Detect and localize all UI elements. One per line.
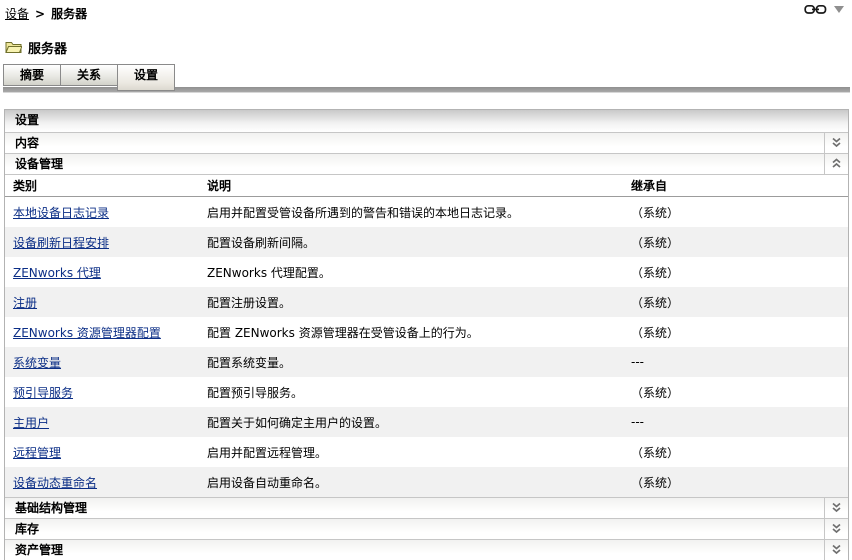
expand-double-chevron-down-icon[interactable] bbox=[824, 540, 848, 560]
column-header-description: 说明 bbox=[207, 179, 232, 193]
table-row: 预引导服务 配置预引导服务。 （系统） bbox=[5, 377, 848, 407]
section-device-management: 设备管理 bbox=[5, 153, 848, 174]
breadcrumb-separator: > bbox=[35, 7, 46, 21]
category-link[interactable]: 设备动态重命名 bbox=[13, 476, 97, 490]
tab-relationships[interactable]: 关系 bbox=[60, 64, 118, 86]
tab-bar: 摘要 关系 设置 bbox=[0, 64, 852, 91]
section-content: 内容 bbox=[5, 132, 848, 153]
row-inherited: （系统） bbox=[631, 235, 680, 250]
category-link[interactable]: 系统变量 bbox=[13, 356, 61, 370]
row-description: 启用并配置远程管理。 bbox=[207, 445, 328, 460]
section-infrastructure-management: 基础结构管理 bbox=[5, 497, 848, 518]
section-inventory-label: 库存 bbox=[15, 522, 40, 536]
expand-double-chevron-down-icon[interactable] bbox=[824, 133, 848, 153]
section-inventory: 库存 bbox=[5, 518, 848, 539]
category-link[interactable]: 远程管理 bbox=[13, 446, 61, 460]
row-description: 配置关于如何确定主用户的设置。 bbox=[207, 415, 388, 430]
row-inherited: （系统） bbox=[631, 385, 680, 400]
dropdown-arrow-icon[interactable] bbox=[834, 6, 844, 13]
row-description: 配置设备刷新间隔。 bbox=[207, 235, 316, 250]
section-asset-label: 资产管理 bbox=[15, 543, 64, 557]
breadcrumb-current: 服务器 bbox=[51, 7, 88, 21]
category-link[interactable]: 主用户 bbox=[13, 416, 49, 430]
table-row: 主用户 配置关于如何确定主用户的设置。 --- bbox=[5, 407, 848, 437]
chain-link-icon[interactable] bbox=[804, 4, 827, 15]
table-header: 类别 说明 继承自 bbox=[5, 174, 848, 197]
table-row: 系统变量 配置系统变量。 --- bbox=[5, 347, 848, 377]
table-row: ZENworks 代理 ZENworks 代理配置。 （系统） bbox=[5, 257, 848, 287]
panel-title: 设置 bbox=[5, 110, 848, 132]
section-asset-management: 资产管理 bbox=[5, 539, 848, 560]
table-row: 本地设备日志记录 启用并配置受管设备所遇到的警告和错误的本地日志记录。 （系统） bbox=[5, 197, 848, 227]
row-description: 配置系统变量。 bbox=[207, 355, 292, 370]
category-link[interactable]: ZENworks 资源管理器配置 bbox=[13, 326, 161, 340]
category-link[interactable]: ZENworks 代理 bbox=[13, 266, 101, 280]
settings-panel: 设置 内容 设备管理 类别 说明 继承自 本地设备日志记录 启用并配置受管设备所… bbox=[4, 109, 849, 560]
table-row: ZENworks 资源管理器配置 配置 ZENworks 资源管理器在受管设备上… bbox=[5, 317, 848, 347]
row-description: 配置 ZENworks 资源管理器在受管设备上的行为。 bbox=[207, 325, 479, 340]
row-description: 启用设备自动重命名。 bbox=[207, 475, 328, 490]
table-row: 设备刷新日程安排 配置设备刷新间隔。 （系统） bbox=[5, 227, 848, 257]
page-title-text: 服务器 bbox=[28, 41, 68, 57]
expand-double-chevron-down-icon[interactable] bbox=[824, 519, 848, 539]
section-device-management-label: 设备管理 bbox=[15, 157, 64, 171]
row-description: 启用并配置受管设备所遇到的警告和错误的本地日志记录。 bbox=[207, 205, 520, 220]
column-header-inherited: 继承自 bbox=[631, 179, 668, 193]
folder-icon bbox=[5, 40, 22, 54]
category-link[interactable]: 本地设备日志记录 bbox=[13, 206, 109, 220]
row-description: 配置预引导服务。 bbox=[207, 385, 304, 400]
row-inherited: （系统） bbox=[631, 205, 680, 220]
breadcrumb-link-devices[interactable]: 设备 bbox=[5, 7, 29, 21]
category-link[interactable]: 设备刷新日程安排 bbox=[13, 236, 109, 250]
category-link[interactable]: 注册 bbox=[13, 296, 37, 310]
row-inherited: （系统） bbox=[631, 475, 680, 490]
section-infrastructure-label: 基础结构管理 bbox=[15, 501, 88, 515]
table-row: 注册 配置注册设置。 （系统） bbox=[5, 287, 848, 317]
category-link[interactable]: 预引导服务 bbox=[13, 386, 73, 400]
row-inherited: --- bbox=[631, 415, 644, 429]
table-row: 设备动态重命名 启用设备自动重命名。 （系统） bbox=[5, 467, 848, 497]
expand-double-chevron-down-icon[interactable] bbox=[824, 498, 848, 518]
row-inherited: （系统） bbox=[631, 265, 680, 280]
settings-table-body: 本地设备日志记录 启用并配置受管设备所遇到的警告和错误的本地日志记录。 （系统）… bbox=[5, 197, 848, 497]
row-inherited: （系统） bbox=[631, 445, 680, 460]
breadcrumb: 设备 > 服务器 bbox=[0, 0, 852, 22]
column-header-category: 类别 bbox=[13, 179, 38, 193]
row-inherited: --- bbox=[631, 355, 644, 369]
page-title: 服务器 bbox=[0, 38, 852, 57]
row-description: ZENworks 代理配置。 bbox=[207, 265, 331, 280]
tab-summary[interactable]: 摘要 bbox=[3, 64, 61, 86]
row-description: 配置注册设置。 bbox=[207, 295, 292, 310]
table-row: 远程管理 启用并配置远程管理。 （系统） bbox=[5, 437, 848, 467]
row-inherited: （系统） bbox=[631, 295, 680, 310]
collapse-double-chevron-up-icon[interactable] bbox=[824, 154, 848, 174]
row-inherited: （系统） bbox=[631, 325, 680, 340]
tab-settings[interactable]: 设置 bbox=[117, 64, 175, 91]
section-content-label: 内容 bbox=[15, 136, 40, 150]
